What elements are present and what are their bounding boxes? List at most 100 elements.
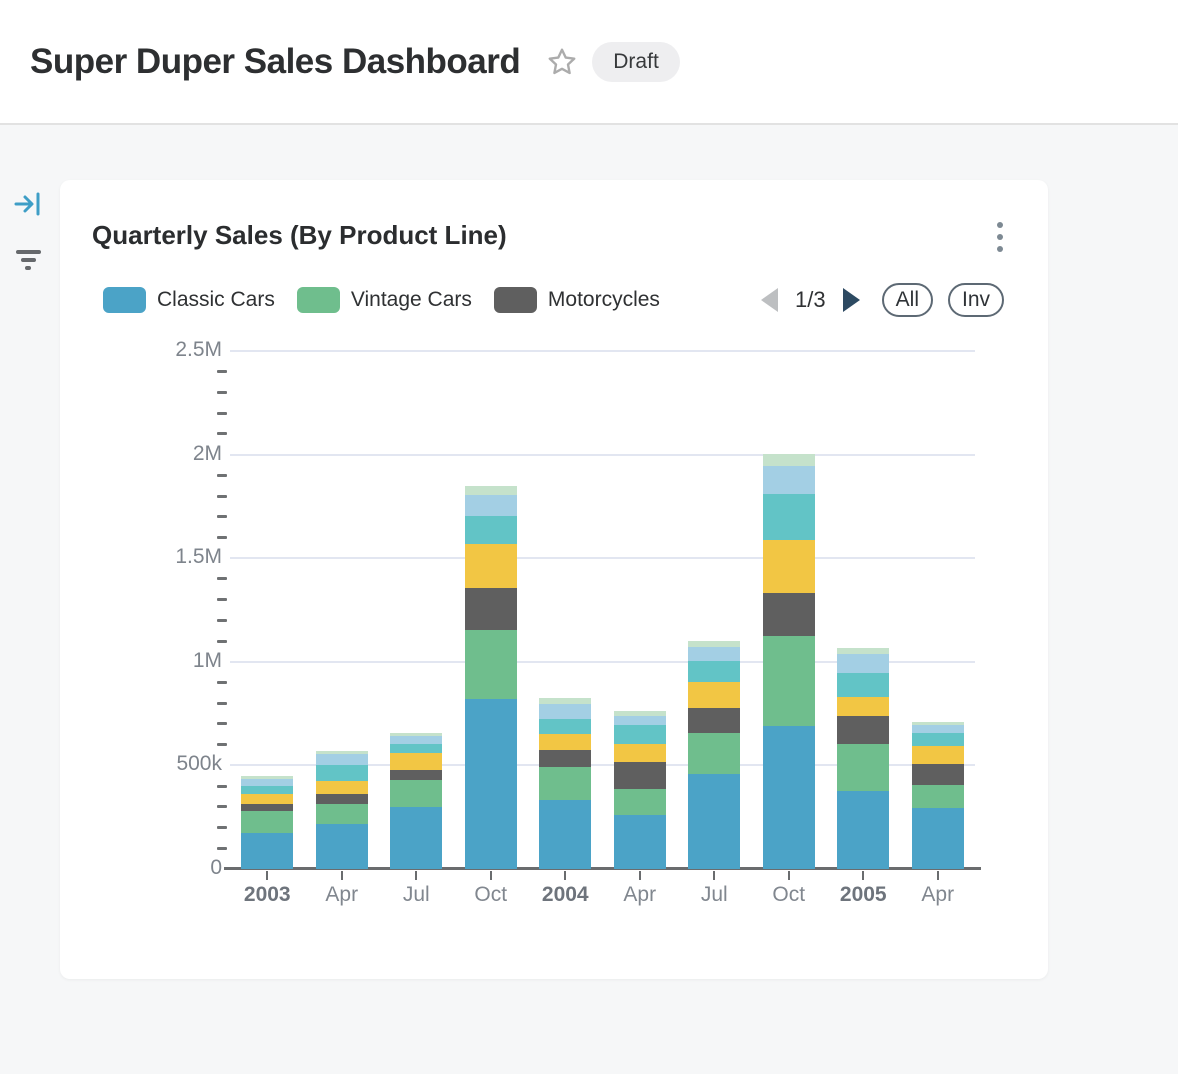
y-axis-minor-tick: [217, 619, 227, 622]
bar-segment-unlabeled-light-blue[interactable]: [241, 779, 293, 786]
y-axis-tick-label: 1M: [72, 649, 222, 673]
bar-segment-classic-cars[interactable]: [241, 833, 293, 869]
bar-segment-classic-cars[interactable]: [316, 824, 368, 869]
bar-segment-vintage-cars[interactable]: [912, 785, 964, 808]
bar-segment-classic-cars[interactable]: [763, 726, 815, 869]
bar-segment-unlabeled-teal[interactable]: [390, 744, 442, 753]
bar-segment-unlabeled-teal[interactable]: [763, 494, 815, 540]
x-axis-tick: [266, 871, 268, 880]
bar-segment-motorcycles[interactable]: [465, 588, 517, 629]
bar-9-apr[interactable]: [912, 722, 964, 869]
bar-8-2005[interactable]: [837, 648, 889, 869]
bar-segment-motorcycles[interactable]: [390, 770, 442, 780]
legend-item-motorcycles[interactable]: Motorcycles: [494, 287, 660, 313]
bar-segment-unlabeled-yellow[interactable]: [763, 540, 815, 594]
bar-segment-unlabeled-light-blue[interactable]: [763, 466, 815, 494]
bar-segment-unlabeled-pale-green[interactable]: [465, 486, 517, 494]
bar-segment-unlabeled-light-blue[interactable]: [465, 495, 517, 517]
bar-segment-motorcycles[interactable]: [688, 708, 740, 734]
bar-segment-motorcycles[interactable]: [837, 716, 889, 744]
pager-next-icon[interactable]: [843, 288, 860, 312]
bar-3-oct[interactable]: [465, 486, 517, 869]
bar-segment-unlabeled-light-blue[interactable]: [316, 754, 368, 765]
select-all-button[interactable]: All: [882, 283, 933, 317]
x-axis-tick: [713, 871, 715, 880]
bar-segment-motorcycles[interactable]: [539, 750, 591, 768]
bar-segment-motorcycles[interactable]: [614, 762, 666, 789]
bar-segment-vintage-cars[interactable]: [316, 804, 368, 824]
legend-label: Vintage Cars: [351, 288, 472, 312]
bar-6-jul[interactable]: [688, 641, 740, 869]
bar-segment-unlabeled-teal[interactable]: [688, 661, 740, 682]
bar-segment-unlabeled-yellow[interactable]: [539, 734, 591, 750]
bar-segment-unlabeled-pale-green[interactable]: [763, 454, 815, 466]
bar-segment-unlabeled-light-blue[interactable]: [614, 716, 666, 725]
bar-segment-motorcycles[interactable]: [912, 764, 964, 785]
bar-segment-classic-cars[interactable]: [539, 800, 591, 869]
bar-0-2003[interactable]: [241, 776, 293, 869]
bar-segment-classic-cars[interactable]: [837, 791, 889, 869]
bar-segment-vintage-cars[interactable]: [763, 636, 815, 726]
bar-segment-classic-cars[interactable]: [912, 808, 964, 869]
invert-selection-button[interactable]: Inv: [948, 283, 1004, 317]
bar-5-apr[interactable]: [614, 711, 666, 869]
legend-row: Classic CarsVintage CarsMotorcycles 1/3 …: [103, 280, 1004, 320]
y-axis-minor-tick: [217, 495, 227, 498]
bar-segment-unlabeled-teal[interactable]: [614, 725, 666, 744]
bar-segment-unlabeled-teal[interactable]: [316, 765, 368, 781]
kebab-menu-icon: [997, 222, 1003, 228]
bar-segment-unlabeled-teal[interactable]: [539, 719, 591, 734]
legend-label: Motorcycles: [548, 288, 660, 312]
bar-segment-vintage-cars[interactable]: [688, 733, 740, 774]
card-menu-button[interactable]: [988, 222, 1012, 262]
bar-segment-unlabeled-yellow[interactable]: [316, 781, 368, 794]
bar-segment-classic-cars[interactable]: [465, 699, 517, 869]
bar-segment-unlabeled-teal[interactable]: [465, 516, 517, 543]
bar-segment-motorcycles[interactable]: [241, 804, 293, 811]
bar-7-oct[interactable]: [763, 454, 815, 869]
x-axis-tick-label: Apr: [901, 883, 976, 907]
bar-segment-vintage-cars[interactable]: [614, 789, 666, 816]
bar-2-jul[interactable]: [390, 733, 442, 869]
bar-segment-unlabeled-yellow[interactable]: [688, 682, 740, 708]
bar-segment-vintage-cars[interactable]: [837, 744, 889, 791]
bar-segment-unlabeled-yellow[interactable]: [390, 753, 442, 770]
expand-panel-button[interactable]: [14, 190, 42, 218]
y-axis-minor-tick: [217, 743, 227, 746]
bar-segment-unlabeled-light-blue[interactable]: [688, 647, 740, 661]
bar-segment-unlabeled-light-blue[interactable]: [390, 736, 442, 744]
bar-segment-vintage-cars[interactable]: [241, 811, 293, 833]
bar-segment-classic-cars[interactable]: [390, 807, 442, 869]
bar-segment-vintage-cars[interactable]: [539, 767, 591, 800]
bar-segment-vintage-cars[interactable]: [465, 630, 517, 699]
bar-segment-unlabeled-yellow[interactable]: [465, 544, 517, 589]
bar-segment-unlabeled-yellow[interactable]: [614, 744, 666, 762]
legend-item-vintage-cars[interactable]: Vintage Cars: [297, 287, 472, 313]
bar-segment-unlabeled-light-blue[interactable]: [912, 725, 964, 732]
y-axis-minor-tick: [217, 826, 227, 829]
bar-segment-classic-cars[interactable]: [688, 774, 740, 869]
bar-segment-unlabeled-teal[interactable]: [837, 673, 889, 698]
chart-card: Quarterly Sales (By Product Line) Classi…: [60, 180, 1048, 979]
filter-button[interactable]: [14, 244, 42, 272]
bar-segment-unlabeled-light-blue[interactable]: [837, 654, 889, 672]
bar-segment-unlabeled-pale-green[interactable]: [539, 698, 591, 705]
bar-1-apr[interactable]: [316, 751, 368, 869]
bar-segment-classic-cars[interactable]: [614, 815, 666, 869]
bar-segment-unlabeled-teal[interactable]: [912, 733, 964, 746]
x-axis-tick: [341, 871, 343, 880]
bar-segment-unlabeled-teal[interactable]: [241, 786, 293, 794]
bar-segment-unlabeled-yellow[interactable]: [837, 697, 889, 716]
bar-segment-unlabeled-light-blue[interactable]: [539, 704, 591, 719]
bar-4-2004[interactable]: [539, 698, 591, 869]
x-axis-tick-label: Jul: [677, 883, 752, 907]
favorite-button[interactable]: [546, 46, 578, 78]
bar-segment-unlabeled-yellow[interactable]: [241, 794, 293, 804]
bar-segment-vintage-cars[interactable]: [390, 780, 442, 807]
bar-segment-motorcycles[interactable]: [316, 794, 368, 804]
bar-segment-unlabeled-yellow[interactable]: [912, 746, 964, 764]
legend-item-classic-cars[interactable]: Classic Cars: [103, 287, 275, 313]
bar-segment-motorcycles[interactable]: [763, 593, 815, 636]
pager-prev-icon[interactable]: [761, 288, 778, 312]
y-axis-minor-tick: [217, 805, 227, 808]
